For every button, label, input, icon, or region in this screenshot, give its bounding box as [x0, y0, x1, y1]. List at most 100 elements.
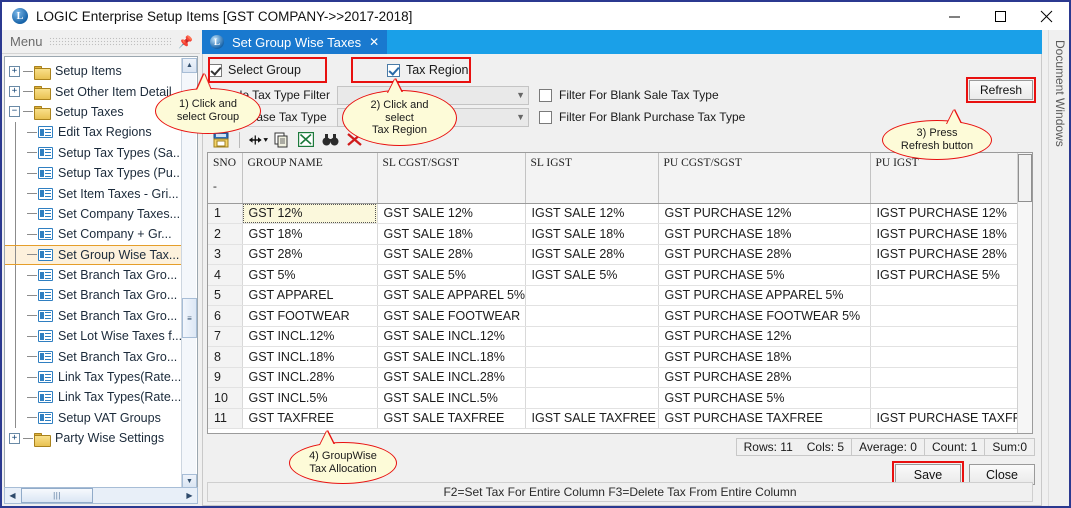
cell-pu-igst[interactable]: IGST PURCHASE 18% — [870, 223, 1032, 245]
table-row[interactable]: 7 GST INCL.12% GST SALE INCL.12% GST PURCHA… — [208, 326, 1032, 347]
column-header-pu-cgst-sgst[interactable]: PU CGST/SGST — [658, 153, 871, 204]
column-header-sl-cgst-sgst[interactable]: SL CGST/SGST — [377, 153, 526, 204]
table-row[interactable]: 2 GST 18% GST SALE 18% IGST SALE 18% GST PUR… — [208, 223, 1032, 245]
cell-pu-cgst-sgst[interactable]: GST PURCHASE 28% — [658, 367, 871, 388]
column-header-group-name[interactable]: GROUP NAME — [242, 153, 378, 204]
cell-pu-cgst-sgst[interactable]: GST PURCHASE 12% — [658, 326, 871, 347]
sidebar-item-set-branch-tax-gro[interactable]: Set Branch Tax Gro... — [5, 305, 183, 327]
cell-group-name[interactable]: GST 5% — [242, 264, 378, 286]
sidebar-item-party-wise-settings[interactable]: + Party Wise Settings — [5, 428, 183, 448]
cell-group-name[interactable]: GST APPAREL — [242, 285, 378, 306]
cell-group-name[interactable]: GST TAXFREE — [242, 408, 378, 429]
collapse-icon[interactable]: − — [9, 106, 20, 118]
cell-pu-igst[interactable] — [870, 305, 1032, 327]
find-icon[interactable] — [320, 130, 340, 149]
cell-pu-igst[interactable]: IGST PURCHASE 28% — [870, 244, 1032, 265]
column-header-sno[interactable]: SNO - — [208, 153, 243, 204]
expand-icon[interactable]: + — [9, 432, 20, 444]
tax-grid[interactable]: SNO - GROUP NAME SL CGST/SGST SL IGST PU… — [207, 152, 1033, 434]
document-windows-strip[interactable]: Document Windows — [1048, 30, 1069, 506]
column-width-icon[interactable] — [248, 130, 268, 149]
sidebar-item-link-tax-types-rate[interactable]: Link Tax Types(Rate... — [5, 366, 183, 388]
sidebar-item-setup-tax-types-sa[interactable]: Setup Tax Types (Sa... — [5, 142, 183, 163]
sidebar-item-set-other-item-detail[interactable]: + Set Other Item Detail — [5, 81, 183, 101]
scroll-up-icon[interactable]: ▲ — [182, 58, 197, 73]
table-row[interactable]: 3 GST 28% GST SALE 28% IGST SALE 28% GST PUR… — [208, 244, 1032, 265]
grid-vertical-scrollbar[interactable] — [1017, 153, 1032, 433]
cell-sl-igst[interactable]: IGST SALE 5% — [525, 264, 659, 286]
cell-group-name[interactable]: GST INCL.5% — [242, 387, 378, 409]
cell-pu-igst[interactable] — [870, 367, 1032, 388]
sidebar-item-edit-tax-regions[interactable]: Edit Tax Regions — [5, 122, 183, 143]
sidebar-item-set-branch-tax-gro[interactable]: Set Branch Tax Gro... — [5, 264, 183, 286]
cell-pu-igst[interactable] — [870, 387, 1032, 409]
sidebar-item-set-branch-tax-gro[interactable]: Set Branch Tax Gro... — [5, 346, 183, 367]
cell-sl-cgst-sgst[interactable]: GST SALE 18% — [377, 223, 526, 245]
cell-pu-cgst-sgst[interactable]: GST PURCHASE 28% — [658, 244, 871, 265]
tax-region-checkbox[interactable] — [386, 63, 400, 77]
cell-sl-igst[interactable]: IGST SALE TAXFREE — [525, 408, 659, 429]
cell-pu-cgst-sgst[interactable]: GST PURCHASE 5% — [658, 387, 871, 409]
table-row[interactable]: 8 GST INCL.18% GST SALE INCL.18% GST PURCHA… — [208, 346, 1032, 368]
column-header-pu-igst[interactable]: PU IGST — [870, 153, 1032, 204]
cell-group-name[interactable]: GST 18% — [242, 223, 378, 245]
cell-pu-cgst-sgst[interactable]: GST PURCHASE 5% — [658, 264, 871, 286]
cell-pu-igst[interactable]: IGST PURCHASE 5% — [870, 264, 1032, 286]
cell-sl-igst[interactable] — [525, 326, 659, 347]
cell-sl-igst[interactable] — [525, 387, 659, 409]
cell-sl-cgst-sgst[interactable]: GST SALE APPAREL 5% — [377, 285, 526, 306]
cell-sl-igst[interactable]: IGST SALE 12% — [525, 203, 659, 224]
cell-sl-igst[interactable]: IGST SALE 18% — [525, 223, 659, 245]
cell-pu-igst[interactable]: IGST PURCHASE TAXFREE — [870, 408, 1032, 429]
cell-sl-cgst-sgst[interactable]: GST SALE INCL.18% — [377, 346, 526, 368]
sidebar-hscroll-thumb[interactable]: ||| — [21, 488, 93, 503]
cell-sl-cgst-sgst[interactable]: GST SALE TAXFREE — [377, 408, 526, 429]
sidebar-horizontal-scrollbar[interactable]: ◀ ||| ▶ — [4, 487, 198, 504]
close-icon[interactable] — [1023, 2, 1069, 30]
cell-sl-cgst-sgst[interactable]: GST SALE FOOTWEAR — [377, 305, 526, 327]
sidebar-item-set-group-wise-tax[interactable]: Set Group Wise Tax... — [5, 244, 183, 265]
cell-pu-cgst-sgst[interactable]: GST PURCHASE 18% — [658, 346, 871, 368]
table-row[interactable]: 5 GST APPAREL GST SALE APPAREL 5% GST PURCH… — [208, 285, 1032, 306]
filter-blank-purchase-checkbox[interactable] — [539, 110, 552, 124]
cell-pu-igst[interactable] — [870, 326, 1032, 347]
table-row[interactable]: 9 GST INCL.28% GST SALE INCL.28% GST PURCHA… — [208, 367, 1032, 388]
cell-pu-igst[interactable] — [870, 346, 1032, 368]
cell-group-name[interactable]: GST INCL.18% — [242, 346, 378, 368]
cell-sl-igst[interactable] — [525, 305, 659, 327]
cell-pu-igst[interactable]: IGST PURCHASE 12% — [870, 203, 1032, 224]
cell-group-name[interactable]: GST INCL.28% — [242, 367, 378, 388]
table-row[interactable]: 6 GST FOOTWEAR GST SALE FOOTWEAR GST PURCHA… — [208, 305, 1032, 327]
sidebar-item-link-tax-types-rate[interactable]: Link Tax Types(Rate... — [5, 387, 183, 408]
cell-group-name[interactable]: GST 28% — [242, 244, 378, 265]
sidebar-item-set-lot-wise-taxes-f[interactable]: Set Lot Wise Taxes f... — [5, 326, 183, 347]
cell-sl-cgst-sgst[interactable]: GST SALE INCL.28% — [377, 367, 526, 388]
sidebar-item-set-company-taxes[interactable]: Set Company Taxes... — [5, 203, 183, 225]
copy-icon[interactable] — [272, 130, 292, 149]
cell-sl-cgst-sgst[interactable]: GST SALE 12% — [377, 203, 526, 224]
scroll-left-icon[interactable]: ◀ — [5, 488, 20, 503]
column-header-sl-igst[interactable]: SL IGST — [525, 153, 659, 204]
cell-sl-cgst-sgst[interactable]: GST SALE INCL.12% — [377, 326, 526, 347]
sidebar-item-setup-tax-types-pu[interactable]: Setup Tax Types (Pu... — [5, 162, 183, 184]
table-row[interactable]: 4 GST 5% GST SALE 5% IGST SALE 5% GST PURCHA… — [208, 264, 1032, 286]
cell-pu-cgst-sgst[interactable]: GST PURCHASE 12% — [658, 203, 871, 224]
grid-scroll-thumb[interactable] — [1018, 154, 1032, 202]
cell-pu-igst[interactable] — [870, 285, 1032, 306]
cell-sl-igst[interactable] — [525, 285, 659, 306]
filter-blank-sale-checkbox[interactable] — [539, 88, 552, 102]
cell-sl-igst[interactable]: IGST SALE 28% — [525, 244, 659, 265]
cell-group-name[interactable]: GST 12% — [242, 203, 378, 224]
sidebar-item-set-company-gr[interactable]: Set Company + Gr... — [5, 224, 183, 245]
table-row[interactable]: 1 GST 12% GST SALE 12% IGST SALE 12% GST PUR… — [208, 203, 1032, 224]
tab-set-group-wise-taxes[interactable]: L Set Group Wise Taxes ✕ — [202, 30, 388, 54]
sidebar-item-set-branch-tax-gro[interactable]: Set Branch Tax Gro... — [5, 285, 183, 306]
table-row[interactable]: 10 GST INCL.5% GST SALE INCL.5% GST PURCHAS… — [208, 387, 1032, 409]
tab-close-icon[interactable]: ✕ — [369, 35, 379, 49]
cell-sl-cgst-sgst[interactable]: GST SALE 28% — [377, 244, 526, 265]
cell-sl-cgst-sgst[interactable]: GST SALE 5% — [377, 264, 526, 286]
cell-sl-igst[interactable] — [525, 346, 659, 368]
cell-group-name[interactable]: GST FOOTWEAR — [242, 305, 378, 327]
sidebar-item-set-item-taxes-gri[interactable]: Set Item Taxes - Gri... — [5, 183, 183, 204]
scroll-right-icon[interactable]: ▶ — [182, 488, 197, 503]
